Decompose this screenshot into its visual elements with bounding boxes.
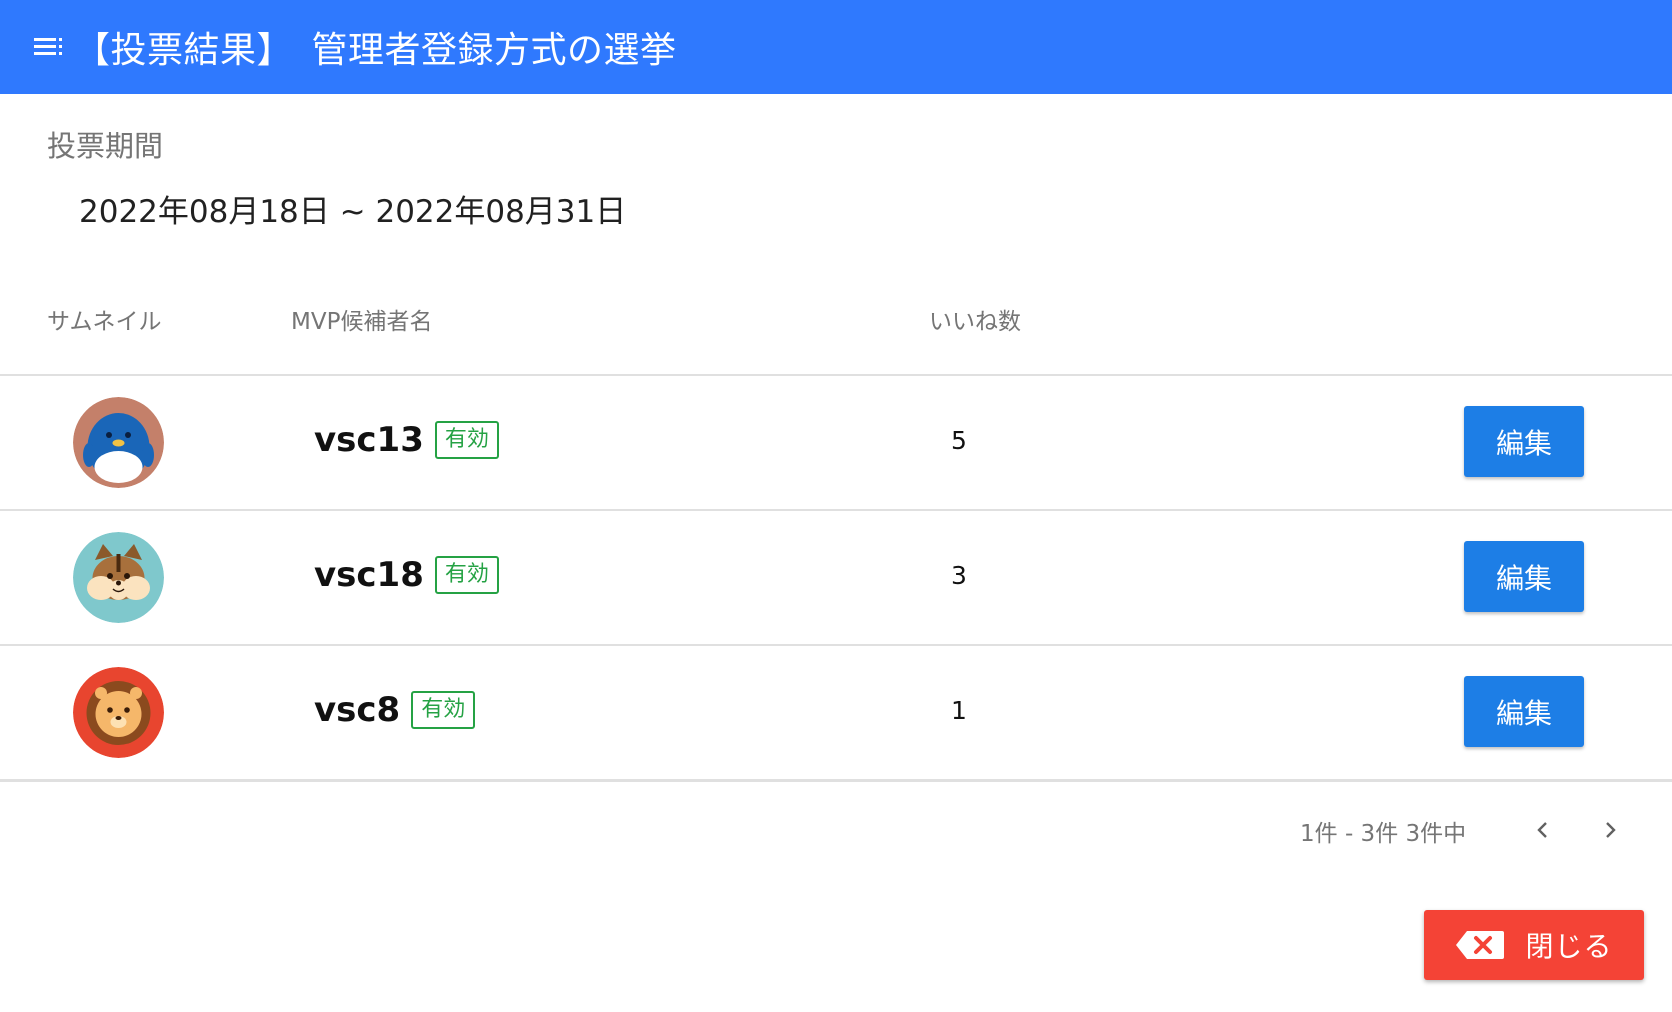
lion-avatar — [73, 667, 164, 758]
status-badge: 有効 — [434, 556, 499, 594]
pagination: 1件 - 3件 3件中 — [0, 810, 1672, 850]
candidate-table: サムネイル MVP候補者名 いいね数 vsc13 有効 5 編集 vsc18 有… — [0, 280, 1672, 782]
next-page-button[interactable] — [1590, 810, 1630, 850]
table-row: vsc8 有効 1 編集 — [0, 646, 1672, 782]
backspace-x-icon — [1455, 930, 1505, 960]
likes-count: 3 — [951, 561, 967, 590]
chipmunk-avatar — [73, 532, 164, 623]
penguin-avatar — [73, 397, 164, 488]
table-header: サムネイル MVP候補者名 いいね数 — [0, 280, 1672, 376]
column-header-candidate-name: MVP候補者名 — [291, 309, 433, 335]
voting-period-value: 2022年08月18日 ~ 2022年08月31日 — [79, 194, 627, 230]
candidate-name: vsc18 — [314, 555, 424, 595]
column-header-likes: いいね数 — [929, 309, 1021, 335]
close-button-label: 閉じる — [1525, 930, 1613, 963]
candidate-name: vsc13 — [314, 420, 424, 460]
likes-count: 5 — [951, 426, 967, 455]
candidate-name: vsc8 — [314, 690, 401, 730]
table-row: vsc18 有効 3 編集 — [0, 511, 1672, 646]
edit-button[interactable]: 編集 — [1464, 406, 1584, 477]
edit-button[interactable]: 編集 — [1464, 676, 1584, 747]
pagination-range-text: 1件 - 3件 3件中 — [1300, 821, 1467, 847]
column-header-thumbnail: サムネイル — [47, 309, 162, 335]
status-badge: 有効 — [434, 421, 499, 459]
chevron-left-icon — [1537, 822, 1547, 838]
previous-page-button[interactable] — [1523, 810, 1563, 850]
edit-button[interactable]: 編集 — [1464, 541, 1584, 612]
voting-period-label: 投票期間 — [47, 129, 164, 163]
menu-icon[interactable] — [34, 32, 64, 62]
status-badge: 有効 — [411, 691, 476, 729]
candidate-name-cell: vsc18 有効 — [314, 555, 499, 595]
candidate-name-cell: vsc8 有効 — [314, 690, 476, 730]
likes-count: 1 — [951, 696, 967, 725]
table-row: vsc13 有効 5 編集 — [0, 376, 1672, 511]
app-bar: 【投票結果】 管理者登録方式の選挙 — [0, 0, 1672, 94]
page-title: 【投票結果】 管理者登録方式の選挙 — [74, 30, 677, 71]
chevron-right-icon — [1606, 822, 1616, 838]
candidate-name-cell: vsc13 有効 — [314, 420, 499, 460]
close-button[interactable]: 閉じる — [1424, 910, 1644, 980]
